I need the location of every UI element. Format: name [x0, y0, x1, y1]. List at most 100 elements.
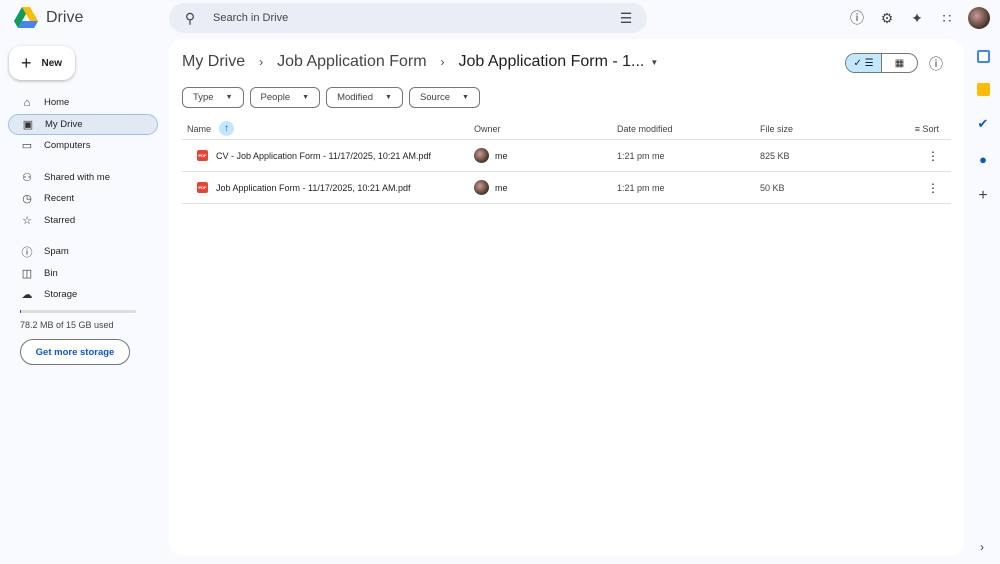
star-icon: ☆: [20, 214, 34, 227]
breadcrumb-current[interactable]: Job Application Form - 1...: [459, 53, 645, 71]
column-owner: Owner: [474, 124, 617, 134]
account-avatar[interactable]: [968, 7, 990, 29]
date-modified: 1:21 pm me: [617, 183, 760, 193]
app-name: Drive: [46, 9, 83, 27]
sidebar-item-spam[interactable]: ⓘ Spam: [8, 241, 158, 262]
plus-icon: +: [21, 53, 32, 74]
nav-label: My Drive: [45, 119, 82, 130]
gear-icon[interactable]: ⚙: [878, 9, 896, 27]
filter-source[interactable]: Source ▼: [409, 87, 480, 108]
drive-logo[interactable]: Drive: [14, 7, 83, 28]
contacts-icon[interactable]: ●: [979, 152, 987, 167]
sidebar-item-bin[interactable]: ◫ Bin: [8, 263, 158, 284]
main-panel: My Drive › Job Application Form › Job Ap…: [169, 39, 964, 556]
filter-type[interactable]: Type▼: [182, 87, 244, 108]
help-icon[interactable]: ⓘ: [848, 9, 866, 27]
table-row[interactable]: PDFJob Application Form - 11/17/2025, 10…: [182, 172, 951, 204]
sort-label: Sort: [922, 124, 939, 134]
file-name: Job Application Form - 11/17/2025, 10:21…: [216, 183, 410, 193]
computers-icon: ▭: [20, 139, 34, 152]
owner: me: [495, 183, 508, 193]
apps-grid-icon[interactable]: ∷: [938, 9, 956, 27]
file-size: 825 KB: [760, 151, 880, 161]
get-more-storage-button[interactable]: Get more storage: [20, 339, 130, 365]
sidebar-item-starred[interactable]: ☆ Starred: [8, 210, 158, 231]
chip-label: Source: [420, 92, 450, 103]
sidebar-item-my-drive[interactable]: ▣ My Drive: [8, 114, 158, 135]
breadcrumb-my-drive[interactable]: My Drive: [182, 53, 245, 71]
more-options-icon[interactable]: ⋮: [880, 181, 951, 195]
sort-icon: ≡: [915, 124, 920, 134]
storage-bar: [20, 310, 136, 313]
search-bar[interactable]: ⚲ Search in Drive ☰: [169, 3, 647, 33]
cloud-icon: ☁: [20, 288, 34, 301]
owner-avatar: [474, 148, 489, 163]
info-icon[interactable]: ⓘ: [927, 55, 945, 73]
sidebar-item-recent[interactable]: ◷ Recent: [8, 188, 158, 209]
search-input[interactable]: Search in Drive: [213, 12, 617, 24]
my-drive-icon: ▣: [21, 118, 35, 131]
column-name[interactable]: Name ↑: [182, 121, 474, 136]
list-view-button[interactable]: ✓ ☰: [846, 54, 882, 72]
chip-label: People: [261, 92, 291, 103]
file-name: CV - Job Application Form - 11/17/2025, …: [216, 151, 431, 161]
nav-label: Starred: [44, 215, 75, 226]
calendar-icon[interactable]: [977, 50, 990, 63]
chip-label: Type: [193, 92, 214, 103]
arrow-up-icon[interactable]: ↑: [219, 121, 234, 136]
sidebar-item-computers[interactable]: ▭ Computers: [8, 135, 158, 156]
add-addon-icon[interactable]: +: [978, 187, 987, 205]
drive-logo-icon: [14, 7, 38, 28]
sidebar-item-storage[interactable]: ☁ Storage: [8, 284, 158, 305]
side-panel: ✔ ● +: [972, 50, 994, 205]
breadcrumb-folder[interactable]: Job Application Form: [277, 53, 426, 71]
owner: me: [495, 151, 508, 161]
expand-panel-icon[interactable]: ›: [980, 540, 984, 554]
nav-label: Home: [44, 97, 69, 108]
owner-avatar: [474, 180, 489, 195]
home-icon: ⌂: [20, 97, 34, 109]
sidebar-item-home[interactable]: ⌂ Home: [8, 92, 158, 113]
tasks-icon[interactable]: ✔: [978, 116, 989, 132]
chevron-right-icon: ›: [259, 55, 263, 69]
caret-down-icon: ▼: [302, 94, 309, 101]
more-options-icon[interactable]: ⋮: [880, 149, 951, 163]
nav-label: Recent: [44, 193, 74, 204]
grid-view-button[interactable]: ▦: [882, 54, 917, 72]
column-date: Date modified: [617, 124, 760, 134]
file-table: Name ↑ Owner Date modified File size ≡ So…: [182, 118, 951, 204]
sidebar-item-shared[interactable]: ⚇ Shared with me: [8, 167, 158, 188]
nav-label: Shared with me: [44, 172, 110, 183]
caret-down-icon: ▼: [385, 94, 392, 101]
sort-button[interactable]: ≡ Sort: [880, 124, 951, 134]
filter-people[interactable]: People ▼: [250, 87, 321, 108]
gemini-icon[interactable]: ✦: [908, 9, 926, 27]
new-button[interactable]: + New: [9, 46, 75, 80]
search-icon: ⚲: [181, 9, 199, 27]
breadcrumb: My Drive › Job Application Form › Job Ap…: [182, 53, 658, 71]
new-label: New: [42, 58, 63, 69]
nav-label: Bin: [44, 268, 58, 279]
search-options-icon[interactable]: ☰: [617, 9, 635, 27]
storage-used: 78.2 MB of 15 GB used: [20, 320, 114, 330]
sidebar-nav: ⌂ Home ▣ My Drive ▭ Computers ⚇ Shared with …: [8, 92, 158, 306]
nav-label: Storage: [44, 289, 77, 300]
nav-label: Computers: [44, 140, 90, 151]
keep-icon[interactable]: [977, 83, 990, 96]
caret-down-icon: ▼: [462, 94, 469, 101]
spam-icon: ⓘ: [20, 244, 34, 260]
caret-down-icon[interactable]: ▼: [650, 58, 658, 67]
chip-label: Modified: [337, 92, 373, 103]
pdf-icon: PDF: [197, 150, 208, 161]
table-row[interactable]: PDF CV - Job Application Form - 11/17/202…: [182, 140, 951, 172]
bin-icon: ◫: [20, 267, 34, 280]
header-label: Name: [187, 124, 211, 134]
filter-modified[interactable]: Modified ▼: [326, 87, 403, 108]
nav-label: Spam: [44, 246, 69, 257]
column-size: File size: [760, 124, 880, 134]
clock-icon: ◷: [20, 192, 34, 205]
chevron-right-icon: ›: [441, 55, 445, 69]
shared-icon: ⚇: [20, 171, 34, 184]
table-header: Name ↑ Owner Date modified File size ≡ So…: [182, 118, 951, 140]
date-modified: 1:21 pm me: [617, 151, 760, 161]
